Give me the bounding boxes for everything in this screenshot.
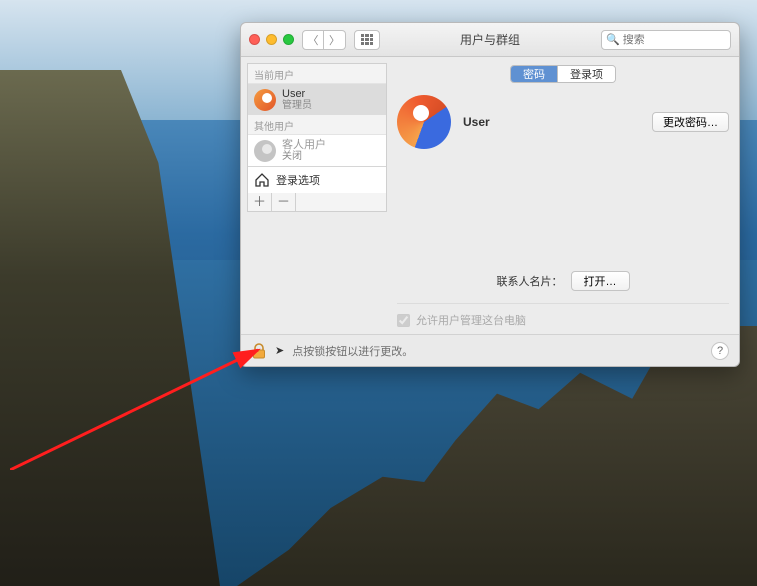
search-field[interactable]: 🔍 xyxy=(601,30,731,50)
login-options-label: 登录选项 xyxy=(276,172,320,188)
zoom-window-button[interactable] xyxy=(283,34,294,45)
content-area: 当前用户 User 管理员 其他用户 客人用户 xyxy=(241,57,739,334)
segmented-control: 密码 登录项 xyxy=(510,65,616,83)
chevron-right-icon: 〉 xyxy=(329,32,340,48)
window-title: 用户与群组 xyxy=(460,31,520,48)
user-name: 客人用户 xyxy=(282,139,326,151)
allow-admin-label: 允许用户管理这台电脑 xyxy=(416,312,526,328)
minimize-window-button[interactable] xyxy=(266,34,277,45)
footer: ➤ 点按锁按钮以进行更改。 ? xyxy=(241,334,739,366)
house-icon xyxy=(254,173,270,187)
system-preferences-window: 〈 〉 用户与群组 🔍 当前用户 xyxy=(240,22,740,367)
other-users-section-label: 其他用户 xyxy=(248,115,386,135)
user-status: 关闭 xyxy=(282,151,326,162)
user-role: 管理员 xyxy=(282,100,312,111)
user-meta: User 管理员 xyxy=(282,88,312,111)
lock-icon xyxy=(250,342,268,360)
profile-username: User xyxy=(463,115,490,129)
detail-spacer xyxy=(397,149,729,271)
search-icon: 🔍 xyxy=(606,33,620,46)
grid-icon xyxy=(361,34,373,46)
profile-row: User 更改密码… xyxy=(397,95,729,149)
back-button[interactable]: 〈 xyxy=(302,30,324,50)
show-all-button[interactable] xyxy=(354,30,380,50)
traffic-lights xyxy=(249,34,294,45)
allow-admin-checkbox xyxy=(397,314,410,327)
chevron-left-icon: 〈 xyxy=(308,32,319,48)
remove-user-button[interactable]: － xyxy=(272,193,296,211)
close-window-button[interactable] xyxy=(249,34,260,45)
nav-buttons: 〈 〉 xyxy=(302,30,346,50)
user-meta: 客人用户 关闭 xyxy=(282,139,326,162)
allow-admin-row: 允许用户管理这台电脑 xyxy=(397,303,729,328)
cursor-icon: ➤ xyxy=(275,344,284,357)
tab-login-items[interactable]: 登录项 xyxy=(557,66,615,82)
change-password-button[interactable]: 更改密码… xyxy=(652,112,729,132)
current-user-section-label: 当前用户 xyxy=(248,64,386,84)
sidebar-item-current-user[interactable]: User 管理员 xyxy=(248,84,386,115)
users-sidebar: 当前用户 User 管理员 其他用户 客人用户 xyxy=(247,63,387,193)
forward-button[interactable]: 〉 xyxy=(324,30,346,50)
tab-bar: 密码 登录项 xyxy=(397,65,729,83)
avatar xyxy=(254,89,276,111)
tab-password[interactable]: 密码 xyxy=(511,66,557,82)
contacts-card-row: 联系人名片： 打开… xyxy=(397,271,729,291)
open-contacts-card-button[interactable]: 打开… xyxy=(571,271,630,291)
profile-avatar[interactable] xyxy=(397,95,451,149)
user-name: User xyxy=(282,88,312,100)
search-input[interactable] xyxy=(623,34,757,46)
detail-pane: 密码 登录项 User 更改密码… 联系人名片： 打开… xyxy=(387,57,739,334)
help-button[interactable]: ? xyxy=(711,342,729,360)
login-options-button[interactable]: 登录选项 xyxy=(248,166,386,193)
contacts-card-label: 联系人名片： xyxy=(497,273,563,289)
avatar xyxy=(254,140,276,162)
lock-hint-text: 点按锁按钮以进行更改。 xyxy=(292,343,413,359)
desktop-wallpaper: 〈 〉 用户与群组 🔍 当前用户 xyxy=(0,0,757,586)
add-user-button[interactable]: ＋ xyxy=(248,193,272,211)
sidebar-item-guest-user[interactable]: 客人用户 关闭 xyxy=(248,135,386,166)
titlebar: 〈 〉 用户与群组 🔍 xyxy=(241,23,739,57)
window-body: 当前用户 User 管理员 其他用户 客人用户 xyxy=(241,57,739,366)
lock-button[interactable] xyxy=(249,341,269,361)
add-remove-row: ＋ － xyxy=(247,193,387,212)
